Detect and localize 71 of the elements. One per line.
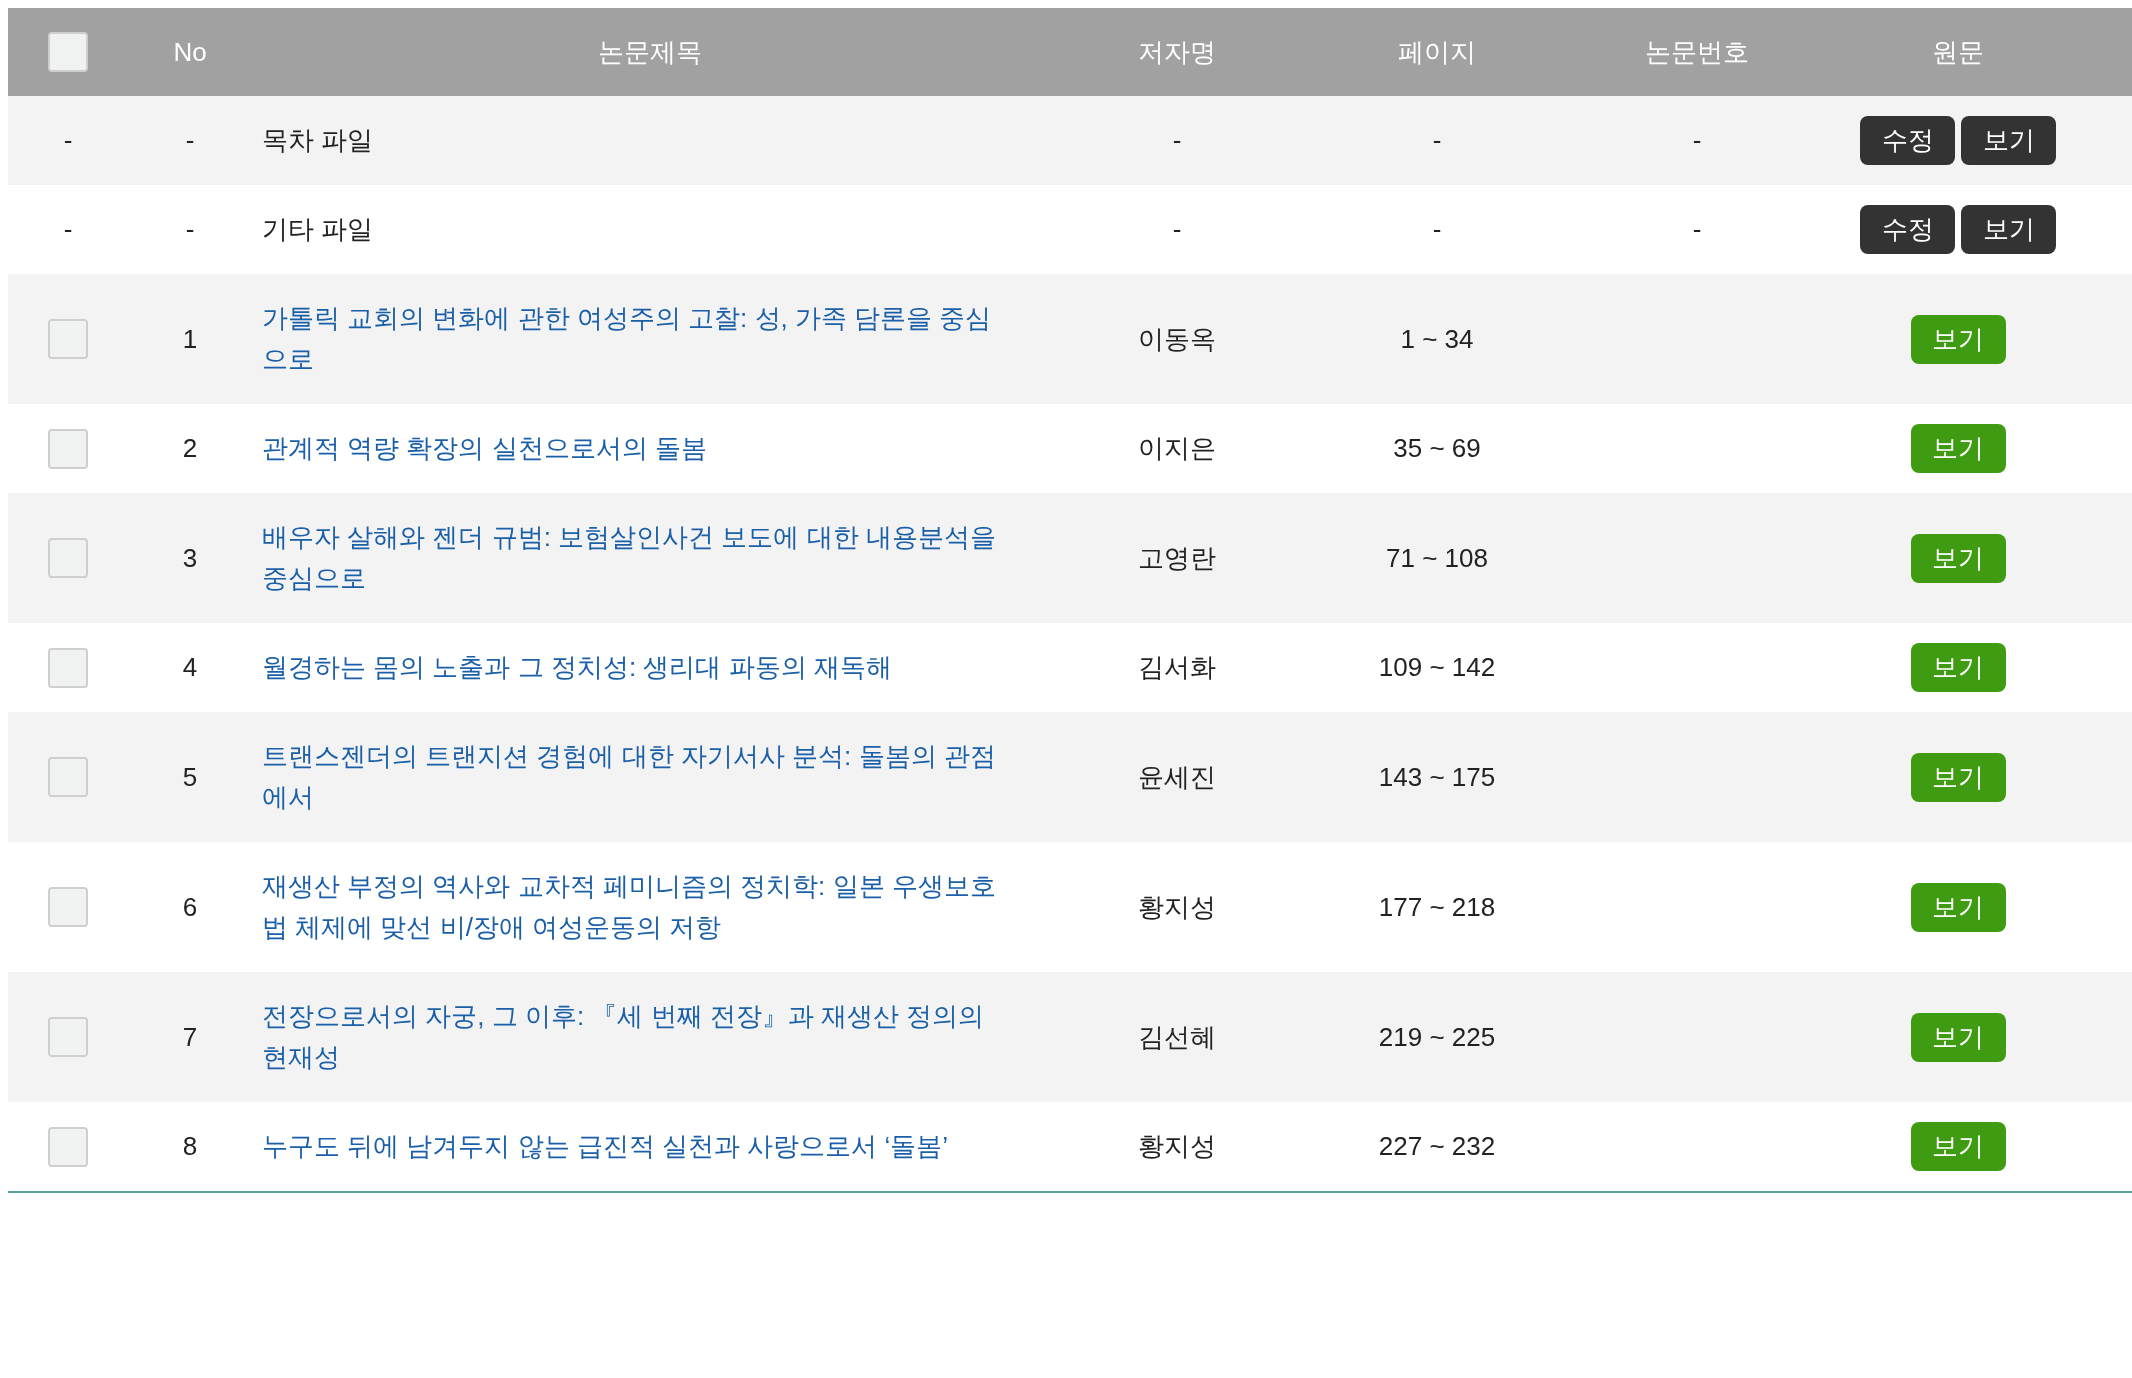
view-button[interactable]: 보기 xyxy=(1910,752,2006,802)
checkbox[interactable] xyxy=(48,887,88,927)
action-button[interactable]: 보기 xyxy=(1961,116,2056,165)
table-cell-text: 고영란 xyxy=(1138,541,1216,575)
table-cell-text: 이동옥 xyxy=(1138,322,1216,356)
table-cell-text: 1 xyxy=(182,322,198,356)
column-header: 논문제목 xyxy=(597,35,702,69)
table-cell-text: 177 ~ 218 xyxy=(1378,890,1496,924)
table-cell-text: - xyxy=(1432,213,1442,246)
action-button[interactable]: 보기 xyxy=(1961,205,2056,254)
view-button[interactable]: 보기 xyxy=(1910,533,2006,583)
view-button[interactable]: 보기 xyxy=(1910,643,2006,692)
column-header: 원문 xyxy=(1932,35,1984,69)
view-button[interactable]: 보기 xyxy=(1910,1122,2006,1171)
table-cell-text: 109 ~ 142 xyxy=(1378,651,1496,684)
table-cell-text: - xyxy=(63,124,73,157)
table-cell-text: 5 xyxy=(182,760,198,794)
paper-title-link[interactable]: 가톨릭 교회의 변화에 관한 여성주의 고찰: 성, 가족 담론을 중심으로 xyxy=(262,298,1017,380)
table-cell-text: 143 ~ 175 xyxy=(1378,760,1496,794)
checkbox[interactable] xyxy=(48,538,88,578)
paper-title-link[interactable]: 트랜스젠더의 트랜지션 경험에 대한 자기서사 분석: 돌봄의 관점에서 xyxy=(262,736,1017,818)
table-cell-text: 6 xyxy=(182,890,198,924)
table-cell-text: 이지은 xyxy=(1138,432,1216,465)
table-cell-text: - xyxy=(1692,213,1702,246)
checkbox[interactable] xyxy=(48,757,88,797)
table-cell-text: 황지성 xyxy=(1138,1130,1216,1163)
column-header: No xyxy=(173,35,207,69)
view-button[interactable]: 보기 xyxy=(1910,424,2006,473)
table-cell-text: 219 ~ 225 xyxy=(1378,1020,1496,1054)
table-cell: 기타 파일 xyxy=(262,214,374,244)
table-cell-text: - xyxy=(1172,124,1182,157)
column-header: 페이지 xyxy=(1398,35,1476,69)
table-cell-text: 3 xyxy=(182,541,198,575)
table-cell-text: - xyxy=(185,124,195,157)
paper-title-link[interactable]: 월경하는 몸의 노출과 그 정치성: 생리대 파동의 재독해 xyxy=(262,647,1017,688)
table-cell-text: 8 xyxy=(182,1130,198,1163)
table-cell-text: - xyxy=(1692,124,1702,157)
checkbox[interactable] xyxy=(48,319,88,359)
table-cell-text: 227 ~ 232 xyxy=(1378,1130,1496,1163)
view-button[interactable]: 보기 xyxy=(1910,1012,2006,1062)
table-cell-text: - xyxy=(1172,213,1182,246)
table-cell-text: 2 xyxy=(182,432,198,465)
paper-title-link[interactable]: 재생산 부정의 역사와 교차적 페미니즘의 정치학: 일본 우생보호법 체제에 맞선 비/장애 여성운동의 저항 xyxy=(262,866,1017,948)
column-header: 저자명 xyxy=(1138,35,1216,69)
column-header: 논문번호 xyxy=(1645,35,1749,69)
view-button[interactable]: 보기 xyxy=(1910,882,2006,932)
table-cell-text: - xyxy=(185,213,195,246)
table-cell-text: - xyxy=(1432,124,1442,157)
table-cell-text: 4 xyxy=(182,651,198,684)
table-cell-text: 1 ~ 34 xyxy=(1400,322,1474,356)
table-cell-text: 7 xyxy=(182,1020,198,1054)
checkbox[interactable] xyxy=(48,1126,88,1167)
table-cell-text: 김선혜 xyxy=(1138,1020,1216,1054)
checkbox[interactable] xyxy=(48,428,88,469)
paper-title-link[interactable]: 전장으로서의 자궁, 그 이후: 『세 번째 전장』과 재생산 정의의 현재성 xyxy=(262,996,1017,1078)
table-cell-text: - xyxy=(63,213,73,246)
checkbox[interactable] xyxy=(48,1017,88,1057)
table-cell-text: 김서화 xyxy=(1138,651,1216,684)
table-cell-text: 71 ~ 108 xyxy=(1386,541,1488,575)
checkbox[interactable] xyxy=(48,32,88,72)
table-cell-text: 윤세진 xyxy=(1138,760,1216,794)
table-cell-text: 35 ~ 69 xyxy=(1393,432,1481,465)
paper-title-link[interactable]: 배우자 살해와 젠더 규범: 보험살인사건 보도에 대한 내용분석을 중심으로 xyxy=(262,517,1017,599)
action-button[interactable]: 수정 xyxy=(1860,205,1955,254)
table-cell: 목차 파일 xyxy=(262,125,374,155)
view-button[interactable]: 보기 xyxy=(1910,314,2006,364)
paper-title-link[interactable]: 관계적 역량 확장의 실천으로서의 돌봄 xyxy=(262,428,1017,469)
paper-title-link[interactable]: 누구도 뒤에 남겨두지 않는 급진적 실천과 사랑으로서 ‘돌봄’ xyxy=(262,1126,1017,1167)
checkbox[interactable] xyxy=(48,647,88,688)
action-button[interactable]: 수정 xyxy=(1860,116,1955,165)
table-cell-text: 황지성 xyxy=(1138,890,1216,924)
